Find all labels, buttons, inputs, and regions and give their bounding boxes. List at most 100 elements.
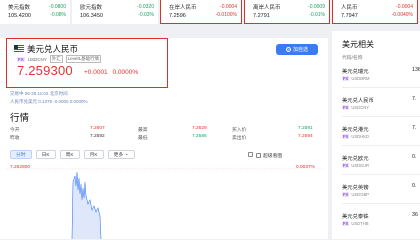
quote-card-usd-index[interactable]: 美元指数 105.4200 -0.0800 -0.08% <box>0 0 70 24</box>
us-flag-icon <box>14 45 24 52</box>
stat-label: 今开 <box>10 128 20 133</box>
divider <box>342 145 420 146</box>
grid-icon <box>256 153 261 158</box>
quote-change: -0.0004 -0.0100% <box>215 4 237 18</box>
symbol-header: 美元兑人民币 FX USDCNY 外汇 Level1基础行情 7.259300 … <box>6 38 168 88</box>
quote-card-offshore-cny[interactable]: 离岸人民币 7.2791 -0.0009 -0.01% <box>244 0 330 24</box>
related-item-name: 美元兑港元 <box>342 127 369 133</box>
stat-label: 买入价 <box>232 128 247 133</box>
related-code-text: USDBRM <box>351 76 370 81</box>
related-item[interactable]: 美元兑泰铢 FX USDTHB <box>342 212 369 226</box>
related-item-code: FX USDHKD <box>342 134 369 139</box>
quote-change: -0.0320 -0.03% <box>137 4 154 18</box>
quote-change: -0.0009 -0.01% <box>308 4 325 18</box>
related-item-value: 7. <box>412 96 417 102</box>
divider <box>342 116 420 117</box>
tab-weekly-k[interactable]: 周K <box>59 150 80 159</box>
symbol-tags: FX USDCNY 外汇 Level1基础行情 <box>17 55 102 63</box>
related-item-value: 0. <box>412 154 417 160</box>
related-code-text: USDEUR <box>351 163 370 168</box>
related-item-value: 7. <box>412 125 417 131</box>
related-item-code: FX USDEUR <box>342 163 369 168</box>
stat-label: 最高 <box>138 128 148 133</box>
related-item-code: FX USDBRM <box>342 76 370 81</box>
symbol-code: USDCNY <box>27 56 47 62</box>
quote-card-cny[interactable]: 人民币 7.7947 -0.0004 -0.0040% <box>332 0 418 24</box>
related-item-value: 36 <box>412 212 418 218</box>
related-code-text: USDCNY <box>351 105 370 110</box>
trade-time: 交易中 06-25 11:02 北京时间 <box>10 91 68 96</box>
intraday-chart[interactable] <box>6 160 324 239</box>
quote-detail-card: 美元兑人民币 FX USDCNY 外汇 Level1基础行情 7.259300 … <box>0 38 328 239</box>
related-item-name: 美元兑人民币 <box>342 98 374 104</box>
related-item-name: 美元兑瑞元 <box>342 69 369 75</box>
super-chart-toggle[interactable]: 超级看图 <box>256 152 282 159</box>
plus-icon: + <box>285 47 291 52</box>
stat-value: 7.2607 <box>90 126 105 131</box>
chevron-down-icon: ⌄ <box>124 152 129 157</box>
related-item-name: 美元兑泰铢 <box>342 214 369 220</box>
tab-intraday[interactable]: 分时 <box>10 150 32 159</box>
related-item[interactable]: 美元兑英镑 FX USDGBP <box>342 183 369 197</box>
fx-tag: FX <box>342 221 350 226</box>
stat-label: 最低 <box>138 136 148 141</box>
stat-value: 7.2592 <box>90 134 105 139</box>
quote-card-eur-index[interactable]: 欧元指数 106.3450 -0.0320 -0.03% <box>72 0 158 24</box>
stats-row: 今开 7.2607 最高 7.2629 买入价 7.2591 <box>10 126 322 134</box>
related-panel: 美元相关 代码/名称 美元兑瑞元 FX USDBRM 136 美元兑人民币 FX USDCN… <box>332 31 420 239</box>
related-item-code: FX USDTHB <box>342 221 369 226</box>
divider <box>342 203 420 204</box>
related-title: 美元相关 <box>342 40 374 49</box>
related-code-text: USDHKD <box>351 134 370 139</box>
stat-label: 卖出价 <box>232 136 247 141</box>
price-change: +0.0001 0.0000% <box>84 69 139 76</box>
related-item-value: 0. <box>412 183 417 189</box>
add-watchlist-button[interactable]: + 加自选 <box>276 44 318 55</box>
fx-tag: FX <box>342 192 350 197</box>
stat-value: 7.2629 <box>192 126 207 131</box>
quote-strip: 美元指数 105.4200 -0.0800 -0.08% 欧元指数 106.345… <box>0 0 420 26</box>
related-item-code: FX USDCNY <box>342 105 374 110</box>
tab-monthly-k[interactable]: 月K <box>83 150 104 159</box>
last-price: 7.259300 <box>17 63 73 78</box>
fx-tag: FX <box>342 105 350 110</box>
fx-tag: FX <box>17 56 25 62</box>
level-tag: Level1基础行情 <box>65 55 102 63</box>
tab-daily-k[interactable]: 日K <box>35 150 56 159</box>
fx-tag: FX <box>342 134 350 139</box>
chart-tabs: 分时 日K 周K 月K 更多 ⌄ <box>10 150 135 159</box>
market-section-title: 行情 <box>10 113 30 124</box>
fx-tag: FX <box>342 76 350 81</box>
market-stats: 今开 7.2607 最高 7.2629 买入价 7.2591 昨收 7.2592… <box>10 126 322 142</box>
tab-more[interactable]: 更多 ⌄ <box>107 150 135 159</box>
add-watchlist-label: 加自选 <box>292 47 308 53</box>
related-code-text: USDGBP <box>351 192 370 197</box>
divider <box>342 174 420 175</box>
spot-tag: 外汇 <box>49 55 63 63</box>
related-item-value: 136 <box>412 67 420 73</box>
related-item[interactable]: 美元兑欧元 FX USDEUR <box>342 154 369 168</box>
related-column-name: 代码/名称 <box>342 56 363 61</box>
related-item[interactable]: 美元兑人民币 FX USDCNY <box>342 96 374 110</box>
quote-change: -0.0800 -0.08% <box>49 4 66 18</box>
related-item-name: 美元兑英镑 <box>342 185 369 191</box>
divider <box>342 87 420 88</box>
super-chart-label: 超级看图 <box>263 154 283 159</box>
page: 美元指数 105.4200 -0.0800 -0.08% 欧元指数 106.345… <box>0 0 420 239</box>
tab-more-label: 更多 <box>113 153 124 158</box>
stat-value: 7.2594 <box>298 134 313 139</box>
quote-card-onshore-cny[interactable]: 在岸人民币 7.2596 -0.0004 -0.0100% <box>160 0 242 24</box>
related-item-name: 美元兑欧元 <box>342 156 369 162</box>
reverse-quote[interactable]: 人民币兑美元 0.1378 -0.0000 0.0000% <box>10 99 88 105</box>
stat-value: 7.2591 <box>298 126 313 131</box>
zoom-icon[interactable] <box>248 152 253 157</box>
stat-label: 昨收 <box>10 136 20 141</box>
related-item[interactable]: 美元兑瑞元 FX USDBRM <box>342 67 370 81</box>
quote-change: -0.0004 -0.0040% <box>391 4 413 18</box>
chart-y-max: 7.262800 <box>10 165 31 170</box>
related-item[interactable]: 美元兑港元 FX USDHKD <box>342 125 369 139</box>
related-code-text: USDTHB <box>351 221 369 226</box>
chart-pct-max: 0.0037% <box>296 165 315 170</box>
fx-tag: FX <box>342 163 350 168</box>
stat-value: 7.2586 <box>192 134 207 139</box>
